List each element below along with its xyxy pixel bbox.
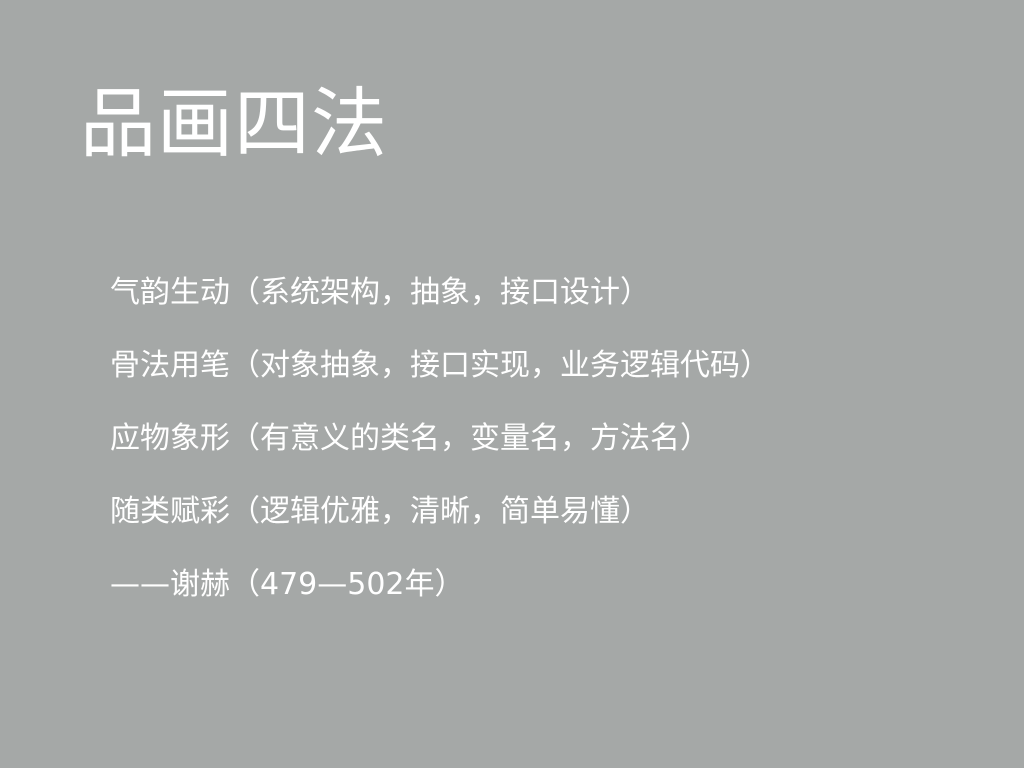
- slide-body: 气韵生动（系统架构，抽象，接口设计） 骨法用笔（对象抽象，接口实现，业务逻辑代码…: [110, 268, 990, 633]
- principle-gufa-yongbi: 骨法用笔（对象抽象，接口实现，业务逻辑代码）: [110, 348, 770, 383]
- principle-yingwu-xiangxing: 应物象形（有意义的类名，变量名，方法名）: [110, 421, 710, 456]
- attribution: ——谢赫（479—502年）: [110, 567, 465, 602]
- slide-title: 品画四法: [80, 79, 388, 168]
- principle-suilei-fucai: 随类赋彩（逻辑优雅，清晰，简单易懂）: [110, 494, 650, 529]
- principle-qiyun-shengdong: 气韵生动（系统架构，抽象，接口设计）: [110, 275, 650, 310]
